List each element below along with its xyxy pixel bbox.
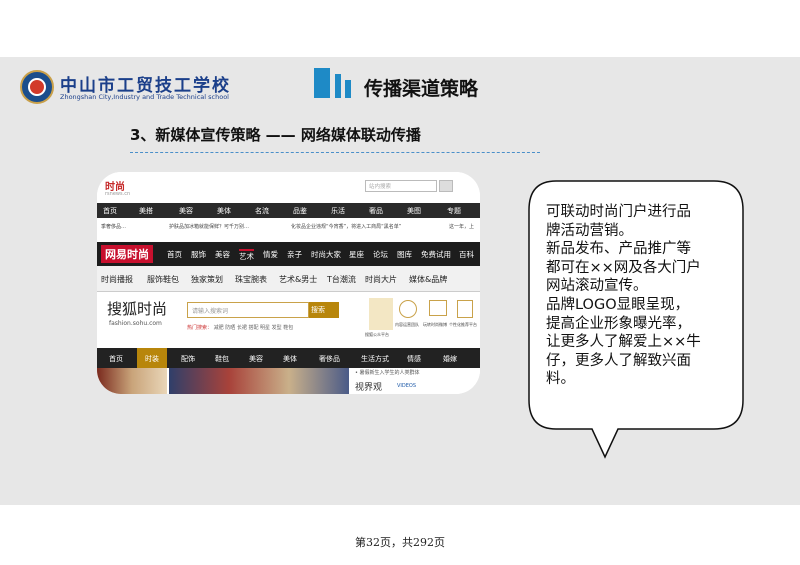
netease-fashion-nav: 网易时尚 首页 服饰 美容 艺术 情爱 亲子 时尚大家 星座 论坛 图库 免费试… <box>97 242 480 266</box>
sohu-nav: 首页 时装 配饰 鞋包 美容 美体 奢侈品 生活方式 情感 婚嫁 <box>97 348 480 368</box>
netease-sub-nav: 时尚播报 服饰鞋包 独家策划 珠宝腕表 艺术&男士 T台潮流 时尚大片 媒体&品… <box>97 266 480 292</box>
site-search-input[interactable]: 站内搜索 <box>365 180 437 192</box>
fashion-site-domain: rsnews.cn <box>105 191 131 197</box>
sohu-logo: 搜狐时尚 <box>107 300 168 318</box>
portal-screenshot: 时尚 rsnews.cn 站内搜索 首页 美搭 美容 美体 名流 品鉴 乐活 奢… <box>97 172 480 394</box>
divider <box>130 152 540 153</box>
fashion-photo-image[interactable] <box>97 368 167 394</box>
nav1-item[interactable]: 美容 <box>179 206 193 216</box>
school-name-en: Zhongshan City,Industry and Trade Techni… <box>60 93 229 101</box>
nav1-item[interactable]: 奢品 <box>369 206 383 216</box>
nav1-item[interactable]: 名流 <box>255 206 269 216</box>
service-icon[interactable] <box>457 300 473 318</box>
school-logo-icon <box>20 70 54 104</box>
netease-logo: 网易时尚 <box>101 245 153 263</box>
fashion-site-nav: 首页 美搭 美容 美体 名流 品鉴 乐活 奢品 美图 专题 <box>97 203 480 218</box>
sohu-fashion-header: 搜狐时尚 fashion.sohu.com 请输入搜索词 搜索 热门搜索： 减肥… <box>97 292 480 348</box>
service-icon[interactable] <box>429 300 447 316</box>
site-search-button[interactable] <box>439 180 453 192</box>
hot-search-words: 热门搜索： 减肥 防晒 长裙 搭配 明星 发型 鞋包 <box>187 325 294 331</box>
slide-subtitle: 3、新媒体宣传策略 —— 网络媒体联动传播 <box>130 126 421 144</box>
news-ticker: 季奢侈品… 护肤品加冰箱就能保鲜？可千万别… 化妆品企业违规“今宵香”，将进入工… <box>97 219 480 233</box>
sohu-search-input[interactable]: 请输入搜索词 <box>187 302 309 318</box>
nav1-item[interactable]: 品鉴 <box>293 206 307 216</box>
nav1-item[interactable]: 专题 <box>447 206 461 216</box>
video-section-label: 视界观 <box>355 383 383 393</box>
bubble-text: 可联动时尚门户进行品 牌活动营销。 新品发布、产品推广等 都可在××网及各大门户… <box>546 204 701 388</box>
sohu-url: fashion.sohu.com <box>109 320 162 327</box>
sohu-search-button[interactable]: 搜索 <box>309 302 339 318</box>
section-title: 传播渠道策略 <box>364 78 479 100</box>
photo-strip: • 暑假新生入学生的人类群体 视界观 VIDEOS <box>97 368 480 394</box>
nav1-item[interactable]: 美搭 <box>139 206 153 216</box>
nav1-item[interactable]: 首页 <box>103 206 117 216</box>
page-number: 第32页，共292页 <box>355 536 445 549</box>
nav1-item[interactable]: 乐活 <box>331 206 345 216</box>
nav1-item[interactable]: 美体 <box>217 206 231 216</box>
fashion-photo-image[interactable] <box>169 368 349 394</box>
nav1-item[interactable]: 美图 <box>407 206 421 216</box>
service-icon[interactable] <box>399 300 417 318</box>
service-icon[interactable] <box>369 298 393 330</box>
